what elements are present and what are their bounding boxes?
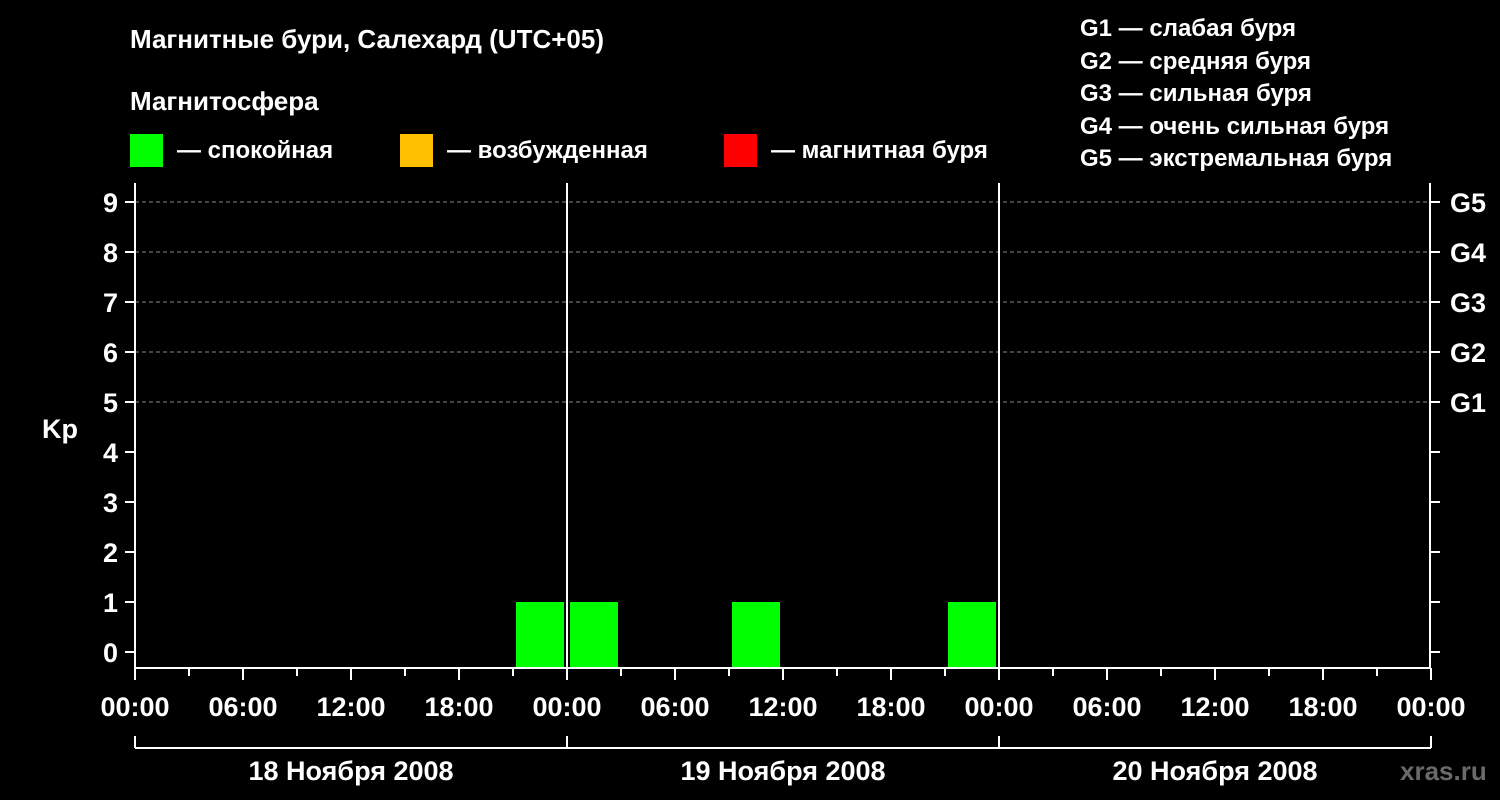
bar-2: [732, 602, 780, 668]
y-tick-label-6: 6: [103, 338, 118, 368]
y-tick-label-0: 0: [103, 638, 118, 668]
x-tick-label-5: 06:00: [640, 692, 709, 722]
bar-3: [948, 602, 996, 668]
legend-swatch-storm: [724, 134, 757, 167]
x-tick-label-2: 12:00: [316, 692, 385, 722]
y-axis-ticks: 0 1 2 3 4 5 6 7 8 9: [103, 188, 135, 668]
grid-lines: [135, 201, 1430, 403]
x-tick-label-9: 06:00: [1072, 692, 1141, 722]
chart-title: Магнитные бури, Салехард (UTC+05): [130, 24, 604, 54]
y-tick-label-2: 2: [103, 538, 118, 568]
y-tick-label-3: 3: [103, 488, 118, 518]
g-axis-ticks: G1 G2 G3 G4 G5: [1430, 188, 1486, 653]
bars: [516, 602, 996, 668]
x-tick-label-10: 12:00: [1180, 692, 1249, 722]
legend-label-excited: — возбужденная: [447, 137, 648, 164]
date-axis: 18 Ноября 2008 19 Ноября 2008 20 Ноября 20…: [134, 736, 1432, 786]
y-tick-label-7: 7: [103, 288, 118, 318]
y-tick-label-4: 4: [103, 438, 118, 468]
x-tick-label-12: 00:00: [1396, 692, 1465, 722]
y-axis-label: Kp: [42, 414, 78, 444]
y-tick-label-1: 1: [103, 588, 118, 618]
x-tick-label-7: 18:00: [856, 692, 925, 722]
date-label-1: 19 Ноября 2008: [680, 756, 885, 786]
x-tick-label-0: 00:00: [100, 692, 169, 722]
g-legend-g3: G3 — сильная буря: [1080, 80, 1312, 107]
legend-swatch-excited: [400, 134, 433, 167]
plot-frame: [134, 183, 1431, 669]
g-tick-label-g5: G5: [1450, 188, 1486, 218]
g-legend-g5: G5 — экстремальная буря: [1080, 145, 1392, 172]
y-tick-label-8: 8: [103, 238, 118, 268]
legend-section-title: Магнитосфера: [130, 86, 319, 116]
g-tick-label-g2: G2: [1450, 338, 1486, 368]
date-label-0: 18 Ноября 2008: [248, 756, 453, 786]
x-tick-label-6: 12:00: [748, 692, 817, 722]
x-axis-ticks: 00:00 06:00 12:00 18:00 00:00 06:00 12:00 18:00…: [100, 668, 1466, 722]
x-tick-label-4: 00:00: [532, 692, 601, 722]
bar-0: [516, 602, 564, 668]
kp-chart: Магнитные бури, Салехард (UTC+05) Магнит…: [42, 15, 1487, 786]
legend-label-storm: — магнитная буря: [771, 137, 988, 164]
legend-label-calm: — спокойная: [177, 137, 333, 164]
bar-1: [570, 602, 618, 668]
x-tick-label-1: 06:00: [208, 692, 277, 722]
g-tick-label-g3: G3: [1450, 288, 1486, 318]
watermark: xras.ru: [1400, 756, 1487, 786]
legend-swatch-calm: [130, 134, 163, 167]
g-tick-label-g1: G1: [1450, 388, 1486, 418]
x-tick-label-3: 18:00: [424, 692, 493, 722]
x-tick-label-11: 18:00: [1288, 692, 1357, 722]
g-legend-g1: G1 — слабая буря: [1080, 15, 1296, 42]
date-label-2: 20 Ноября 2008: [1112, 756, 1317, 786]
g-legend-g4: G4 — очень сильная буря: [1080, 113, 1389, 140]
g-tick-label-g4: G4: [1450, 238, 1486, 268]
y-tick-label-5: 5: [103, 388, 118, 418]
x-tick-label-8: 00:00: [964, 692, 1033, 722]
g-legend-g2: G2 — средняя буря: [1080, 48, 1311, 75]
y-tick-label-9: 9: [103, 188, 118, 218]
